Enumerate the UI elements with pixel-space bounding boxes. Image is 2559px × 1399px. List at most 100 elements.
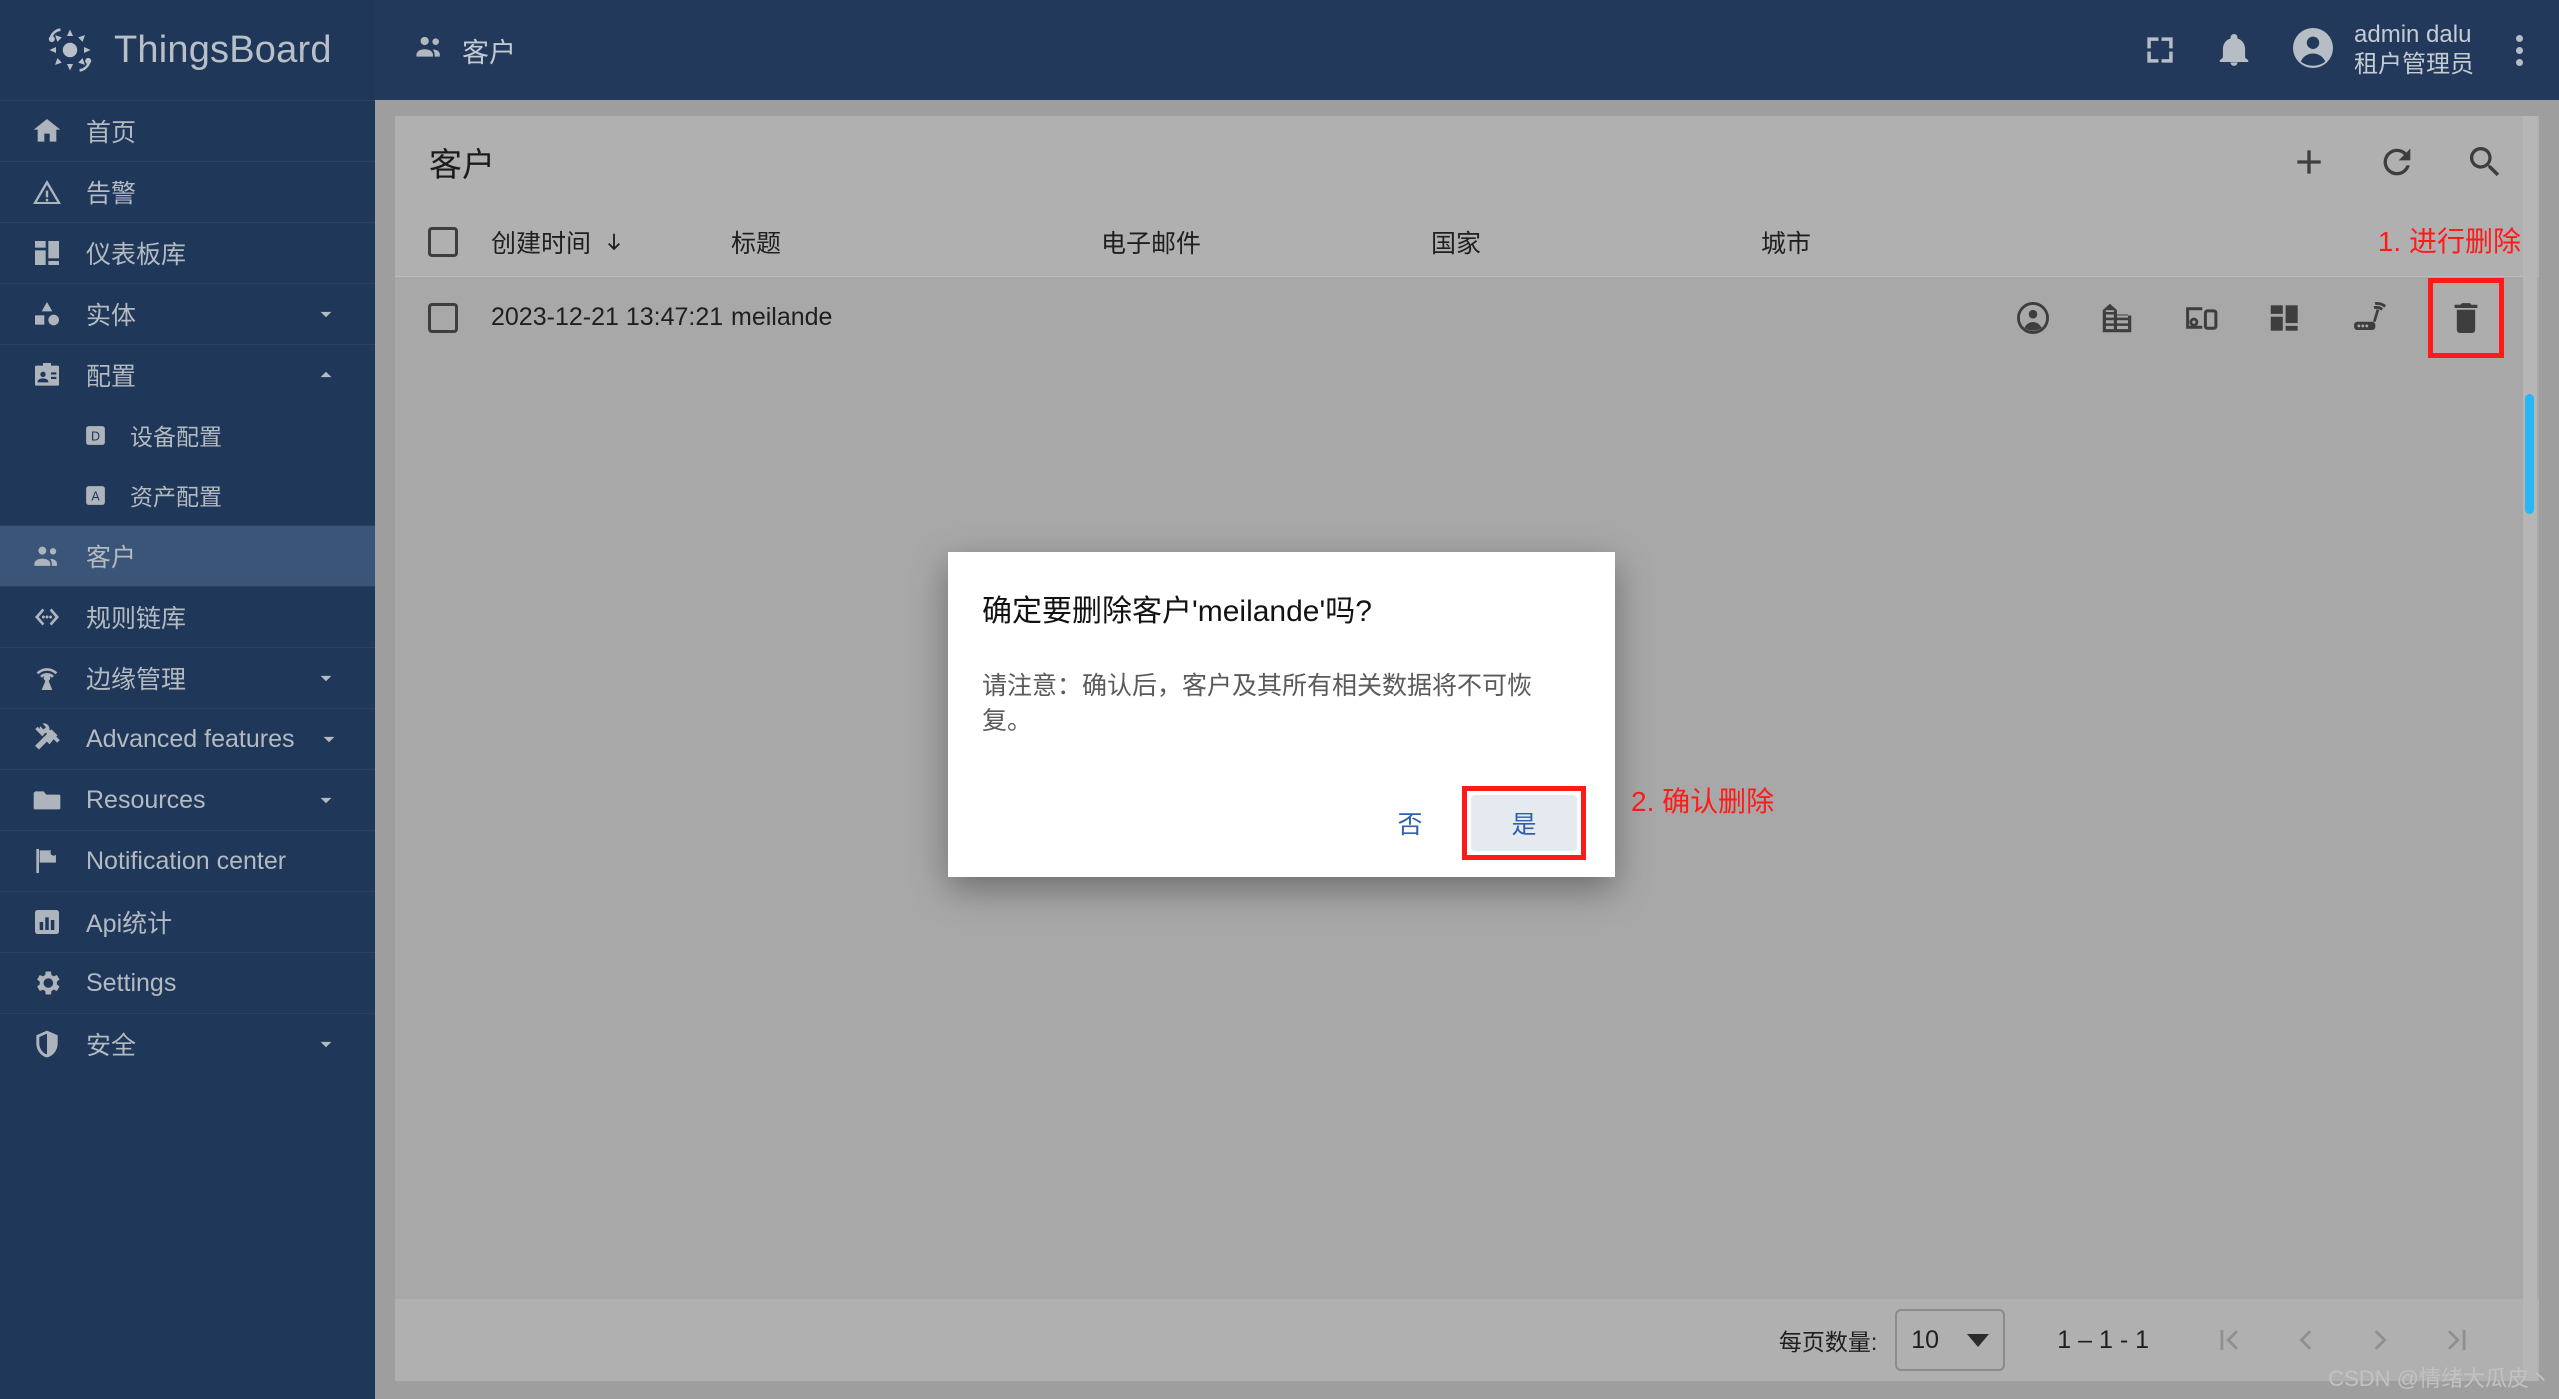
- flag-icon: [30, 844, 64, 878]
- sidebar-item-label: 安全: [86, 1032, 137, 1060]
- sidebar-item-notification-center[interactable]: Notification center: [0, 830, 375, 891]
- kebab-menu-icon[interactable]: [2510, 29, 2529, 72]
- bell-icon[interactable]: [2215, 31, 2253, 69]
- manage-dashboards-icon[interactable]: [2265, 298, 2305, 338]
- sidebar-item-settings[interactable]: Settings: [0, 952, 375, 1013]
- sidebar-item-device-profiles[interactable]: D 设备配置: [0, 405, 375, 465]
- sidebar-item-resources[interactable]: Resources: [0, 769, 375, 830]
- table-row[interactable]: 2023-12-21 13:47:21 meilande: [395, 276, 2539, 358]
- column-header-title[interactable]: 标题: [731, 224, 1101, 260]
- dialog-actions: 否 是: [982, 786, 1586, 860]
- dialog-yes-highlight: 是: [1462, 786, 1586, 860]
- sidebar-item-advanced-features[interactable]: Advanced features: [0, 708, 375, 769]
- sidebar-item-rule-chains[interactable]: 规则链库: [0, 586, 375, 647]
- sidebar-item-label: 规则链库: [86, 605, 187, 633]
- folder-icon: [30, 783, 64, 817]
- annotation-step-1: 1. 进行删除: [2377, 226, 2521, 257]
- chevron-down-icon[interactable]: [316, 726, 342, 752]
- sidebar-item-label: Advanced features: [86, 724, 295, 753]
- sidebar-item-api-usage[interactable]: Api统计: [0, 891, 375, 952]
- fullscreen-icon[interactable]: [2141, 31, 2179, 69]
- svg-text:D: D: [90, 429, 99, 443]
- thingsboard-app: ThingsBoard 首页 告警 仪表板库 实体 配置 D 设备配置 A 资产…: [0, 0, 2559, 1399]
- refresh-button[interactable]: [2377, 142, 2417, 182]
- sidebar-item-label: 边缘管理: [86, 666, 187, 694]
- manage-assets-icon[interactable]: [2097, 298, 2137, 338]
- sidebar-item-label: 实体: [86, 302, 137, 330]
- customers-icon: [30, 539, 64, 573]
- column-header-label: 电子邮件: [1101, 230, 1202, 258]
- table-header-row: 创建时间 标题 电子邮件 国家 城市: [395, 208, 2539, 276]
- select-all-checkbox[interactable]: [428, 227, 458, 257]
- sidebar-item-entities[interactable]: 实体: [0, 283, 375, 344]
- user-role: 租户管理员: [2354, 51, 2474, 78]
- sidebar-item-home[interactable]: 首页: [0, 100, 375, 161]
- column-header-created-time[interactable]: 创建时间: [491, 224, 731, 260]
- last-page-icon[interactable]: [2435, 1318, 2479, 1362]
- dialog-message: 请注意：确认后，客户及其所有相关数据将不可恢复。: [982, 672, 1533, 735]
- bar-chart-icon: [30, 905, 64, 939]
- rule-chain-icon: [30, 600, 64, 634]
- sidebar-item-asset-profiles[interactable]: A 资产配置: [0, 465, 375, 525]
- sidebar-item-alarms[interactable]: 告警: [0, 161, 375, 222]
- brand-title: ThingsBoard: [114, 28, 332, 71]
- watermark: CSDN @情绪大瓜皮丶: [2328, 1366, 2551, 1391]
- sidebar-item-dashboards[interactable]: 仪表板库: [0, 222, 375, 283]
- sidebar-item-label: 仪表板库: [86, 241, 187, 269]
- manage-devices-icon[interactable]: [2181, 298, 2221, 338]
- user-menu[interactable]: admin dalu 租户管理员: [2289, 20, 2474, 80]
- page-nav-buttons: [2207, 1318, 2479, 1362]
- sort-descending-icon: [603, 231, 625, 253]
- column-header-email[interactable]: 电子邮件: [1101, 224, 1431, 260]
- dashboard-icon: [30, 236, 64, 270]
- column-header-label: 国家: [1431, 230, 1482, 258]
- chevron-down-icon: [1967, 1333, 1990, 1347]
- sidebar-item-security[interactable]: 安全: [0, 1013, 375, 1074]
- breadcrumb-label: 客户: [462, 37, 516, 68]
- sidebar-item-edge[interactable]: 边缘管理: [0, 647, 375, 708]
- sidebar-item-label: 配置: [86, 363, 137, 391]
- user-info: admin dalu 租户管理员: [2354, 20, 2474, 80]
- column-header-label: 创建时间: [491, 230, 592, 258]
- scrollbar-thumb[interactable]: [2525, 394, 2534, 514]
- row-select-cell: [395, 302, 491, 333]
- dialog-no-button[interactable]: 否: [1373, 794, 1447, 852]
- row-checkbox[interactable]: [428, 302, 458, 333]
- sidebar-item-customers[interactable]: 客户: [0, 525, 375, 586]
- cell-created-time: 2023-12-21 13:47:21: [491, 303, 724, 331]
- user-name: admin dalu: [2354, 21, 2472, 48]
- alarm-warning-icon: [30, 175, 64, 209]
- chevron-down-icon[interactable]: [313, 665, 339, 691]
- scrollbar-track[interactable]: [2523, 116, 2537, 1381]
- chevron-down-icon[interactable]: [313, 1031, 339, 1057]
- device-profile-icon: D: [78, 418, 112, 452]
- first-page-icon[interactable]: [2207, 1318, 2251, 1362]
- chevron-down-icon[interactable]: [313, 787, 339, 813]
- tools-icon: [30, 722, 64, 756]
- gear-icon: [30, 966, 64, 1000]
- manage-edges-icon[interactable]: [2349, 298, 2389, 338]
- sidebar-item-label: 资产配置: [130, 484, 222, 510]
- customers-icon: [413, 30, 446, 70]
- annotation-step-2: 2. 确认删除: [1631, 786, 1775, 817]
- manage-users-icon[interactable]: [2013, 298, 2053, 338]
- items-per-page-value: 10: [1911, 1325, 1940, 1354]
- row-action-buttons: [2013, 277, 2505, 358]
- next-page-icon[interactable]: [2359, 1318, 2403, 1362]
- chevron-down-icon[interactable]: [313, 301, 339, 327]
- chevron-up-icon[interactable]: [313, 362, 339, 388]
- items-per-page-select[interactable]: 10: [1895, 1309, 2006, 1371]
- column-header-country[interactable]: 国家: [1431, 224, 1761, 260]
- add-customer-button[interactable]: [2289, 142, 2329, 182]
- prev-page-icon[interactable]: [2283, 1318, 2327, 1362]
- sidebar-item-label: Notification center: [86, 846, 287, 875]
- home-icon: [30, 114, 64, 148]
- sidebar-item-profiles[interactable]: 配置: [0, 344, 375, 405]
- sidebar-item-label: 设备配置: [130, 424, 222, 450]
- brand-logo-area[interactable]: ThingsBoard: [0, 0, 375, 100]
- entities-icon: [30, 297, 64, 331]
- toolbar-actions: admin dalu 租户管理员: [2141, 20, 2529, 80]
- search-button[interactable]: [2465, 142, 2505, 182]
- delete-customer-icon[interactable]: [2428, 277, 2504, 358]
- dialog-yes-button[interactable]: 是: [1471, 795, 1577, 851]
